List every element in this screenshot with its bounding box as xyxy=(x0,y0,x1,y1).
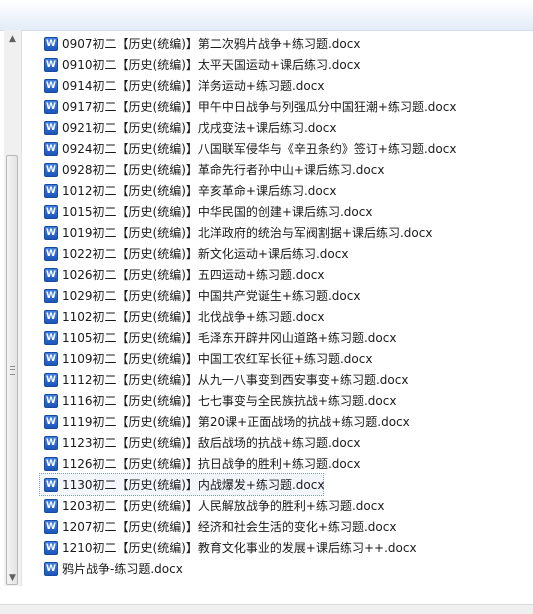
word-document-icon: W xyxy=(44,246,58,261)
file-name: 0924初二【历史(统编)】八国联军侵华与《辛丑条约》签订+练习题.docx xyxy=(62,142,457,156)
word-document-icon: W xyxy=(44,204,58,219)
file-list-item[interactable]: W 1112初二【历史(统编)】从九一八事变到西安事变+练习题.docx xyxy=(40,369,520,390)
word-document-icon: W xyxy=(44,414,58,429)
file-name: 1109初二【历史(统编)】中国工农红军长征+练习题.docx xyxy=(62,352,373,366)
scroll-down-arrow-icon[interactable]: ▼ xyxy=(4,569,21,586)
file-name: 0917初二【历史(统编)】甲午中日战争与列强瓜分中国狂潮+练习题.docx xyxy=(62,100,457,114)
file-name: 1102初二【历史(统编)】北伐战争+练习题.docx xyxy=(62,310,325,324)
file-list-item[interactable]: W 1126初二【历史(统编)】抗日战争的胜利+练习题.docx xyxy=(40,453,520,474)
word-document-icon: W xyxy=(44,561,58,576)
file-list-item[interactable]: W 0910初二【历史(统编)】太平天国运动+课后练习.docx xyxy=(40,54,520,75)
word-document-icon: W xyxy=(44,330,58,345)
word-document-icon: W xyxy=(44,351,58,366)
file-name: 1207初二【历史(统编)】经济和社会生活的变化+练习题.docx xyxy=(62,520,397,534)
word-document-icon: W xyxy=(44,162,58,177)
word-document-icon: W xyxy=(44,57,58,72)
file-list-item[interactable]: W 1207初二【历史(统编)】经济和社会生活的变化+练习题.docx xyxy=(40,516,520,537)
file-list-item[interactable]: W 1015初二【历史(统编)】中华民国的创建+课后练习.docx xyxy=(40,201,520,222)
file-name: 1105初二【历史(统编)】毛泽东开辟井冈山道路+练习题.docx xyxy=(62,331,397,345)
file-name: 1112初二【历史(统编)】从九一八事变到西安事变+练习题.docx xyxy=(62,373,409,387)
file-list-item[interactable]: W 1022初二【历史(统编)】新文化运动+课后练习.docx xyxy=(40,243,520,264)
word-document-icon: W xyxy=(44,435,58,450)
file-name: 1130初二【历史(统编)】内战爆发+练习题.docx xyxy=(62,478,325,492)
word-document-icon: W xyxy=(44,36,58,51)
vertical-scrollbar[interactable]: ▲ ▼ xyxy=(4,30,22,586)
word-document-icon: W xyxy=(44,309,58,324)
file-name: 1026初二【历史(统编)】五四运动+练习题.docx xyxy=(62,268,325,282)
file-list-item[interactable]: W 1105初二【历史(统编)】毛泽东开辟井冈山道路+练习题.docx xyxy=(40,327,520,348)
file-list-item[interactable]: W 1130初二【历史(统编)】内战爆发+练习题.docx xyxy=(39,473,325,496)
file-name: 1116初二【历史(统编)】七七事变与全民族抗战+练习题.docx xyxy=(62,394,397,408)
word-document-icon: W xyxy=(44,519,58,534)
header-band xyxy=(0,0,533,31)
scroll-up-arrow-icon[interactable]: ▲ xyxy=(4,30,21,47)
file-list-item[interactable]: W 鸦片战争-练习题.docx xyxy=(40,558,520,579)
file-list-item[interactable]: W 1029初二【历史(统编)】中国共产党诞生+练习题.docx xyxy=(40,285,520,306)
word-document-icon: W xyxy=(44,540,58,555)
word-document-icon: W xyxy=(44,120,58,135)
word-document-icon: W xyxy=(44,78,58,93)
word-document-icon: W xyxy=(44,141,58,156)
file-list-item[interactable]: W 0914初二【历史(统编)】洋务运动+练习题.docx xyxy=(40,75,520,96)
file-list: W 0907初二【历史(统编)】第二次鸦片战争+练习题.docx W 0910初二【历… xyxy=(39,33,520,579)
file-explorer-window: ▲ ▼ W 0907初二【历史(统编)】第二次鸦片战争+练习题.docx W 0910… xyxy=(0,0,533,614)
word-document-icon: W xyxy=(44,393,58,408)
file-name: 1029初二【历史(统编)】中国共产党诞生+练习题.docx xyxy=(62,289,361,303)
file-list-item[interactable]: W 0907初二【历史(统编)】第二次鸦片战争+练习题.docx xyxy=(40,33,520,54)
file-list-item[interactable]: W 1123初二【历史(统编)】敌后战场的抗战+练习题.docx xyxy=(40,432,520,453)
file-name: 鸦片战争-练习题.docx xyxy=(62,562,183,576)
file-list-item[interactable]: W 0928初二【历史(统编)】革命先行者孙中山+课后练习.docx xyxy=(40,159,520,180)
file-list-item[interactable]: W 1119初二【历史(统编)】第20课+正面战场的抗战+练习题.docx xyxy=(40,411,520,432)
file-name: 0914初二【历史(统编)】洋务运动+练习题.docx xyxy=(62,79,325,93)
file-list-item[interactable]: W 1102初二【历史(统编)】北伐战争+练习题.docx xyxy=(40,306,520,327)
file-name: 1022初二【历史(统编)】新文化运动+课后练习.docx xyxy=(62,247,349,261)
word-document-icon: W xyxy=(44,456,58,471)
file-list-item[interactable]: W 1203初二【历史(统编)】人民解放战争的胜利+练习题.docx xyxy=(40,495,520,516)
word-document-icon: W xyxy=(44,183,58,198)
file-list-item[interactable]: W 0921初二【历史(统编)】戊戌变法+课后练习.docx xyxy=(40,117,520,138)
horizontal-scrollbar[interactable] xyxy=(0,604,533,614)
scroll-grip-icon xyxy=(10,366,15,375)
file-list-item[interactable]: W 1026初二【历史(统编)】五四运动+练习题.docx xyxy=(40,264,520,285)
word-document-icon: W xyxy=(44,99,58,114)
file-name: 0910初二【历史(统编)】太平天国运动+课后练习.docx xyxy=(62,58,361,72)
file-name: 1012初二【历史(统编)】辛亥革命+课后练习.docx xyxy=(62,184,337,198)
word-document-icon: W xyxy=(44,498,58,513)
word-document-icon: W xyxy=(44,267,58,282)
file-name: 1203初二【历史(统编)】人民解放战争的胜利+练习题.docx xyxy=(62,499,385,513)
file-list-item[interactable]: W 1019初二【历史(统编)】北洋政府的统治与军阀割据+课后练习.docx xyxy=(40,222,520,243)
word-document-icon: W xyxy=(44,372,58,387)
file-list-item[interactable]: W 1012初二【历史(统编)】辛亥革命+课后练习.docx xyxy=(40,180,520,201)
file-name: 1210初二【历史(统编)】教育文化事业的发展+课后练习++.docx xyxy=(62,541,417,555)
file-list-item[interactable]: W 0917初二【历史(统编)】甲午中日战争与列强瓜分中国狂潮+练习题.docx xyxy=(40,96,520,117)
file-list-item[interactable]: W 0924初二【历史(统编)】八国联军侵华与《辛丑条约》签订+练习题.docx xyxy=(40,138,520,159)
file-name: 1019初二【历史(统编)】北洋政府的统治与军阀割据+课后练习.docx xyxy=(62,226,433,240)
file-name: 1015初二【历史(统编)】中华民国的创建+课后练习.docx xyxy=(62,205,373,219)
file-list-item[interactable]: W 1116初二【历史(统编)】七七事变与全民族抗战+练习题.docx xyxy=(40,390,520,411)
scroll-thumb[interactable] xyxy=(6,155,18,585)
file-list-item[interactable]: W 1210初二【历史(统编)】教育文化事业的发展+课后练习++.docx xyxy=(40,537,520,558)
file-list-item[interactable]: W 1109初二【历史(统编)】中国工农红军长征+练习题.docx xyxy=(40,348,520,369)
file-name: 1119初二【历史(统编)】第20课+正面战场的抗战+练习题.docx xyxy=(62,415,410,429)
file-name: 0928初二【历史(统编)】革命先行者孙中山+课后练习.docx xyxy=(62,163,385,177)
word-document-icon: W xyxy=(44,225,58,240)
word-document-icon: W xyxy=(44,477,58,492)
word-document-icon: W xyxy=(44,288,58,303)
file-name: 1123初二【历史(统编)】敌后战场的抗战+练习题.docx xyxy=(62,436,361,450)
file-name: 0907初二【历史(统编)】第二次鸦片战争+练习题.docx xyxy=(62,37,361,51)
file-name: 1126初二【历史(统编)】抗日战争的胜利+练习题.docx xyxy=(62,457,361,471)
file-name: 0921初二【历史(统编)】戊戌变法+课后练习.docx xyxy=(62,121,337,135)
